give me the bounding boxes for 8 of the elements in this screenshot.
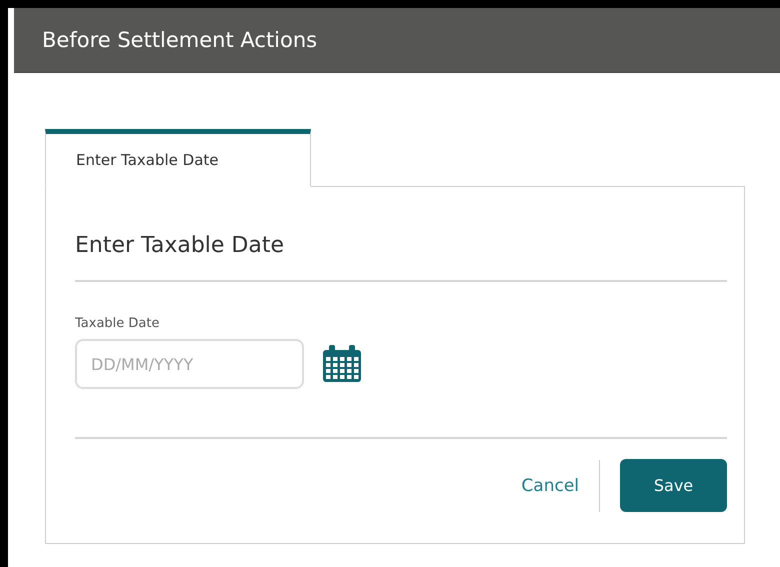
window-title: Before Settlement Actions: [42, 28, 318, 52]
date-input[interactable]: DD/MM/YYYY: [75, 339, 304, 389]
section-title: Enter Taxable Date: [75, 233, 727, 282]
tab[interactable]: Enter Taxable Date: [45, 129, 311, 187]
field-label: Taxable Date: [75, 316, 160, 331]
cancel-button[interactable]: Cancel: [521, 476, 579, 496]
save-button[interactable]: Save: [620, 459, 727, 512]
calendar-icon[interactable]: [322, 345, 362, 383]
